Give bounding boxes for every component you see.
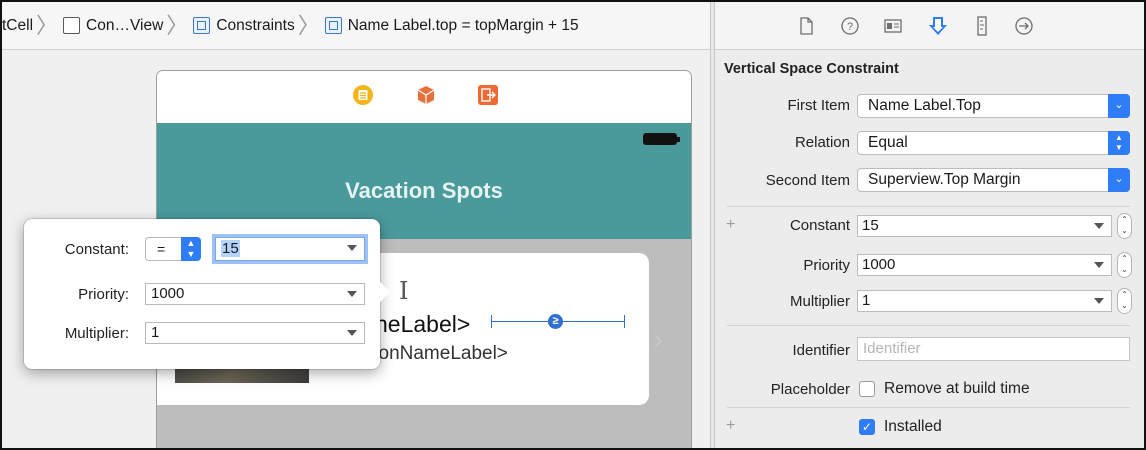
breadcrumb-constraint[interactable]: Name Label.top = topMargin + 15 — [324, 2, 579, 49]
constraints-icon — [193, 17, 211, 34]
relation-popup[interactable]: = ▲ ▼ — [145, 237, 201, 261]
constraint-end-cap — [624, 315, 625, 328]
popup-arrows-icon: ▲ ▼ — [181, 237, 201, 261]
size-icon[interactable] — [971, 15, 993, 37]
section-title: Vertical Space Constraint — [724, 61, 899, 77]
jump-bar: tCell 〉 Con…View 〉 Constraints 〉 Name La… — [2, 2, 710, 50]
chevron-down-icon[interactable] — [347, 245, 357, 251]
constant-label: Constant — [789, 217, 850, 234]
popover-priority-field[interactable]: 1000 — [145, 283, 365, 305]
popover-constant-label: Constant: — [64, 241, 129, 258]
priority-field[interactable]: 1000 — [857, 254, 1112, 276]
text-cursor-icon: I — [399, 277, 409, 305]
popover-constant-field[interactable]: 15 — [215, 237, 365, 261]
chevron-down-icon[interactable] — [1094, 298, 1104, 304]
first-item-popup[interactable]: Name Label.Top ⌄ — [857, 94, 1130, 118]
svg-text:?: ? — [847, 21, 853, 33]
remove-at-build-label: Remove at build time — [884, 380, 1030, 397]
placeholder-label: Placeholder — [770, 381, 850, 398]
plus-icon[interactable]: + — [726, 417, 735, 435]
breadcrumb-cell[interactable]: tCell 〉 — [2, 2, 63, 49]
priority-label: Priority — [803, 257, 850, 274]
constant-stepper[interactable]: ⌃ ⌄ — [1117, 213, 1132, 239]
identity-icon[interactable] — [882, 15, 904, 37]
breadcrumb-label: Name Label.top = topMargin + 15 — [347, 16, 579, 34]
multiplier-value: 1 — [151, 324, 160, 341]
identifier-label: Identifier — [792, 342, 850, 359]
chevron-right-icon: 〉 — [36, 12, 59, 38]
view-icon — [63, 17, 81, 34]
constant-value: 15 — [862, 217, 879, 234]
installed-label: Installed — [884, 418, 942, 435]
multiplier-field[interactable]: 1 — [857, 290, 1112, 312]
second-item-value: Superview.Top Margin — [868, 171, 1021, 188]
priority-stepper[interactable]: ⌃ ⌄ — [1117, 252, 1132, 278]
nav-title: Vacation Spots — [345, 178, 503, 203]
second-item-popup[interactable]: Superview.Top Margin ⌄ — [857, 168, 1130, 192]
chevron-down-icon[interactable] — [347, 291, 357, 297]
popover-multiplier-field[interactable]: 1 — [145, 322, 365, 344]
breadcrumb-content-view[interactable]: Con…View 〉 — [63, 2, 193, 49]
constraint-end-cap — [491, 315, 492, 328]
relation-value: = — [157, 241, 166, 257]
chevron-right-icon: 〉 — [166, 12, 189, 38]
location-name-label[interactable]: tionNameLabel> — [369, 343, 508, 365]
popover-multiplier-label: Multiplier: — [64, 325, 129, 342]
constant-value: 15 — [221, 240, 240, 257]
multiplier-value: 1 — [862, 292, 871, 309]
relation-popup-inspector[interactable]: Equal ▲ ▼ — [857, 131, 1130, 155]
priority-value: 1000 — [862, 256, 896, 273]
divider — [727, 206, 1130, 207]
relation-label: Relation — [794, 134, 850, 151]
installed-checkbox[interactable]: ✓ — [859, 419, 875, 435]
constant-field[interactable]: 15 — [857, 215, 1112, 237]
popover-priority-label: Priority: — [78, 286, 129, 303]
chevron-down-icon[interactable] — [1094, 223, 1104, 229]
connections-icon[interactable] — [1013, 15, 1035, 37]
view-controller-icon[interactable] — [352, 84, 374, 106]
first-responder-icon[interactable] — [415, 84, 437, 106]
help-icon[interactable]: ? — [839, 15, 861, 37]
interface-builder-canvas[interactable]: tCell 〉 Con…View 〉 Constraints 〉 Name La… — [2, 2, 710, 448]
scene-dock — [157, 71, 691, 124]
divider — [727, 407, 1130, 408]
remove-at-build-checkbox[interactable] — [859, 381, 875, 397]
breadcrumb-label: Con…View — [86, 16, 164, 34]
identifier-field[interactable]: Identifier — [857, 337, 1130, 361]
constraint-popover: Constant: = ▲ ▼ 15 Priority: 1000 Multipl… — [24, 219, 390, 369]
chevron-down-icon[interactable] — [1094, 262, 1104, 268]
divider — [727, 325, 1130, 326]
first-item-value: Name Label.Top — [868, 97, 981, 114]
multiplier-stepper[interactable]: ⌃ ⌄ — [1117, 288, 1132, 314]
exit-icon[interactable] — [477, 84, 499, 106]
first-item-label: First Item — [787, 97, 851, 114]
breadcrumb-label: Constraints — [216, 16, 295, 34]
multiplier-label: Multiplier — [789, 293, 850, 310]
second-item-label: Second Item — [765, 172, 850, 189]
chevron-down-icon: ⌄ — [1108, 168, 1130, 192]
attributes-icon[interactable] — [927, 15, 949, 37]
xcode-window: tCell 〉 Con…View 〉 Constraints 〉 Name La… — [0, 0, 1146, 450]
constraint-icon — [324, 17, 342, 34]
breadcrumb-constraints[interactable]: Constraints 〉 — [193, 2, 324, 49]
name-label[interactable]: neLabel> — [375, 311, 470, 338]
battery-icon — [643, 133, 680, 145]
file-icon[interactable] — [795, 15, 817, 37]
popup-arrows-icon: ▲ ▼ — [1108, 131, 1130, 155]
disclosure-chevron-icon: › — [653, 323, 663, 356]
inspector-toolbar: ? — [715, 2, 1144, 50]
relation-value: Equal — [868, 134, 908, 151]
chevron-down-icon[interactable] — [347, 330, 357, 336]
chevron-right-icon: 〉 — [297, 12, 320, 38]
constraint-relation-badge[interactable]: ≥ — [548, 314, 563, 329]
breadcrumb-label: tCell — [2, 16, 34, 34]
chevron-down-icon: ⌄ — [1108, 94, 1130, 118]
priority-value: 1000 — [151, 285, 185, 302]
attributes-inspector: ? Vertical Space Constraint First Item N… — [715, 2, 1144, 448]
